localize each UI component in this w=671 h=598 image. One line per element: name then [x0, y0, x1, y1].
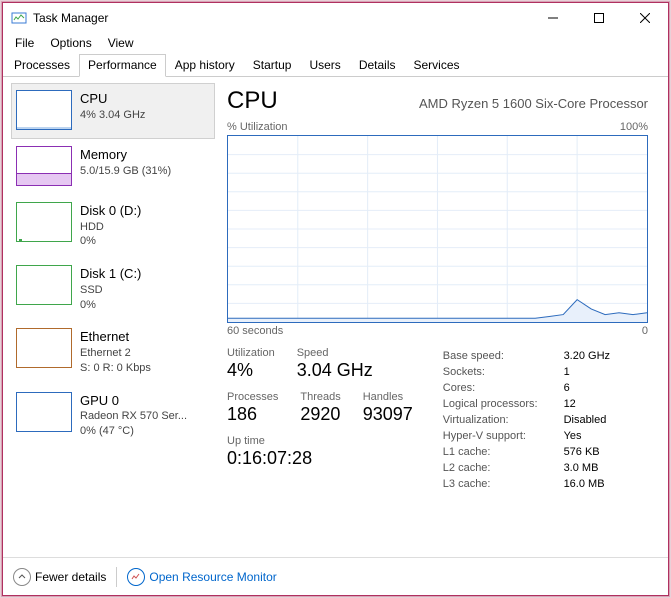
memory-thumb [16, 146, 72, 186]
disk-thumb [16, 202, 72, 242]
chevron-up-icon [13, 568, 31, 586]
tab-app-history[interactable]: App history [166, 54, 244, 77]
minimize-button[interactable] [530, 3, 576, 33]
sidebar-item-disk0[interactable]: Disk 0 (D:) HDD 0% [11, 195, 215, 258]
menu-file[interactable]: File [7, 34, 42, 52]
menu-options[interactable]: Options [42, 34, 99, 52]
maximize-button[interactable] [576, 3, 622, 33]
utilization-value: 4% [227, 360, 275, 381]
tab-performance[interactable]: Performance [79, 54, 166, 77]
sidebar-item-label: GPU 0 [80, 392, 187, 410]
sidebar-item-cpu[interactable]: CPU 4% 3.04 GHz [11, 83, 215, 139]
sidebar: CPU 4% 3.04 GHz Memory 5.0/15.9 GB (31%)… [3, 77, 219, 557]
footer: Fewer details Open Resource Monitor [3, 557, 668, 595]
chart-ymax: 100% [620, 121, 648, 133]
menubar: File Options View [3, 33, 668, 53]
window-title: Task Manager [33, 11, 530, 25]
task-manager-window: Task Manager File Options View Processes… [2, 2, 669, 596]
sidebar-item-ethernet[interactable]: Ethernet Ethernet 2 S: 0 R: 0 Kbps [11, 321, 215, 384]
cpu-thumb [16, 90, 72, 130]
processes-value: 186 [227, 404, 278, 425]
threads-value: 2920 [300, 404, 340, 425]
tab-users[interactable]: Users [300, 54, 349, 77]
chart-xmax: 0 [642, 325, 648, 337]
cpu-details-table: Base speed:3.20 GHz Sockets:1 Cores:6 Lo… [441, 347, 612, 493]
close-button[interactable] [622, 3, 668, 33]
gpu-thumb [16, 392, 72, 432]
sidebar-item-disk1[interactable]: Disk 1 (C:) SSD 0% [11, 258, 215, 321]
tab-startup[interactable]: Startup [244, 54, 301, 77]
sidebar-item-label: Disk 0 (D:) [80, 202, 141, 220]
titlebar[interactable]: Task Manager [3, 3, 668, 33]
cpu-model: AMD Ryzen 5 1600 Six-Core Processor [419, 96, 648, 111]
sidebar-item-label: CPU [80, 90, 145, 108]
sidebar-item-label: Memory [80, 146, 171, 164]
main-panel: CPU AMD Ryzen 5 1600 Six-Core Processor … [219, 77, 668, 557]
chart-ylabel: % Utilization [227, 121, 288, 133]
page-title: CPU [227, 87, 278, 115]
app-icon [11, 10, 27, 26]
monitor-icon [127, 568, 145, 586]
speed-value: 3.04 GHz [297, 360, 373, 381]
chart-xmin: 60 seconds [227, 325, 283, 337]
sidebar-item-label: Disk 1 (C:) [80, 265, 141, 283]
ethernet-thumb [16, 328, 72, 368]
sidebar-item-gpu[interactable]: GPU 0 Radeon RX 570 Ser... 0% (47 °C) [11, 385, 215, 448]
tab-bar: Processes Performance App history Startu… [3, 53, 668, 77]
tab-processes[interactable]: Processes [5, 54, 79, 77]
utilization-chart[interactable] [227, 135, 648, 323]
body: CPU 4% 3.04 GHz Memory 5.0/15.9 GB (31%)… [3, 77, 668, 557]
menu-view[interactable]: View [100, 34, 142, 52]
tab-services[interactable]: Services [405, 54, 469, 77]
stats-block: Utilization4% Speed3.04 GHz Processes186… [227, 347, 648, 493]
divider [116, 567, 117, 587]
uptime-value: 0:16:07:28 [227, 448, 413, 469]
sidebar-item-memory[interactable]: Memory 5.0/15.9 GB (31%) [11, 139, 215, 195]
handles-value: 93097 [363, 404, 413, 425]
sidebar-item-label: Ethernet [80, 328, 151, 346]
tab-details[interactable]: Details [350, 54, 405, 77]
open-resource-monitor-link[interactable]: Open Resource Monitor [127, 568, 276, 586]
disk-thumb [16, 265, 72, 305]
fewer-details-button[interactable]: Fewer details [13, 568, 106, 586]
